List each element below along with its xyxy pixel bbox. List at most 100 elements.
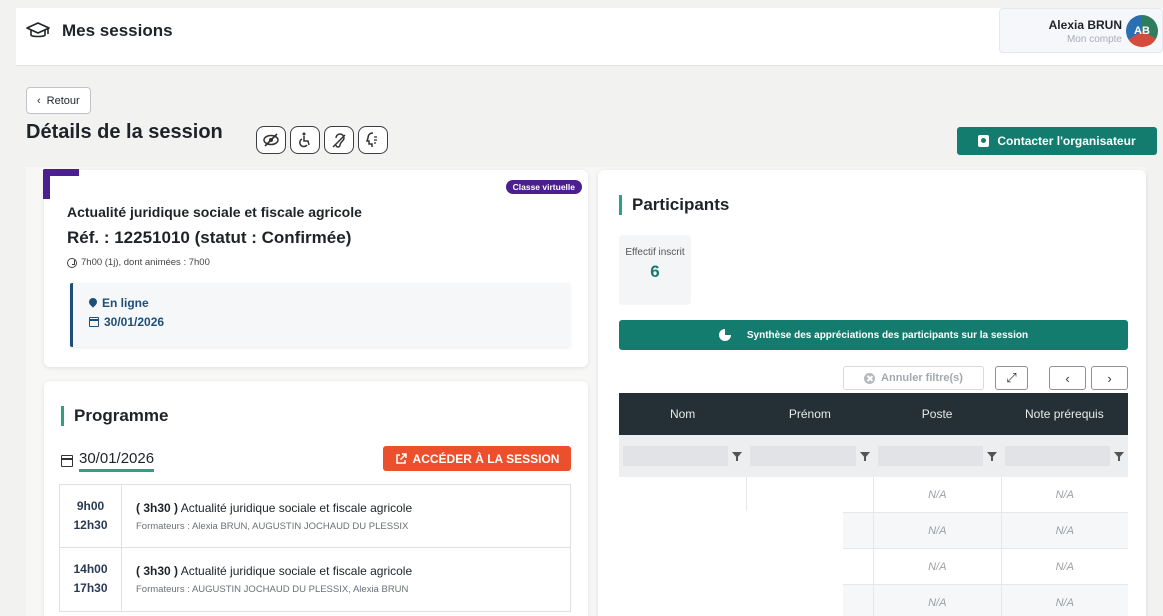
filter-row bbox=[619, 435, 1128, 477]
back-button[interactable]: ‹ Retour bbox=[26, 87, 91, 114]
back-label: Retour bbox=[46, 94, 80, 107]
effectif-label: Effectif inscrit bbox=[625, 247, 685, 258]
external-link-icon bbox=[395, 452, 407, 464]
synthese-button[interactable]: Synthèse des appréciations des participa… bbox=[619, 320, 1128, 350]
contact-organizer-button[interactable]: Contacter l'organisateur bbox=[957, 127, 1157, 155]
slot-title: ( 3h30 ) Actualité juridique sociale et … bbox=[136, 564, 412, 578]
clear-icon bbox=[864, 372, 876, 384]
filter-icon[interactable] bbox=[1114, 451, 1124, 461]
location-text: En ligne bbox=[102, 296, 149, 310]
cell-poste: N/A bbox=[874, 513, 1002, 548]
avatar-initials: AB bbox=[1134, 25, 1150, 37]
filter-input-prenom[interactable] bbox=[750, 446, 856, 466]
cell-note: N/A bbox=[1055, 488, 1074, 501]
cell-poste: N/A bbox=[874, 549, 1002, 584]
synthese-label: Synthèse des appréciations des participa… bbox=[746, 329, 1029, 341]
calendar-icon bbox=[89, 317, 99, 327]
slot-title-text: Actualité juridique sociale et fiscale a… bbox=[180, 501, 413, 515]
accessibility-icons bbox=[256, 126, 388, 154]
programme-slot: 14h00 17h30 ( 3h30 ) Actualité juridique… bbox=[60, 548, 570, 611]
programme-card: Programme 30/01/2026 ACCÉDER À LA SESSIO… bbox=[44, 381, 588, 616]
expand-button[interactable]: ⤢ bbox=[995, 366, 1028, 390]
expand-icon: ⤢ bbox=[1006, 370, 1017, 385]
effectif-value: 6 bbox=[650, 262, 660, 281]
user-name: Alexia BRUN bbox=[1048, 18, 1122, 32]
slot-duration: ( 3h30 ) bbox=[136, 564, 179, 578]
effectif-tile: Effectif inscrit 6 bbox=[619, 235, 691, 305]
hearing-impairment-icon[interactable] bbox=[324, 126, 354, 154]
app-title: Mes sessions bbox=[62, 21, 173, 40]
slot-times: 9h00 12h30 bbox=[60, 485, 122, 547]
programme-slots: 9h00 12h30 ( 3h30 ) Actualité juridique … bbox=[59, 484, 571, 612]
visual-impairment-icon[interactable] bbox=[256, 126, 286, 154]
slot-title-text: Actualité juridique sociale et fiscale a… bbox=[180, 564, 413, 578]
participants-title: Participants bbox=[619, 195, 729, 215]
cell-nom bbox=[619, 477, 747, 512]
cognitive-disability-icon[interactable] bbox=[358, 126, 388, 154]
page-title: Détails de la session bbox=[26, 121, 223, 143]
table-row[interactable]: N/A N/A bbox=[619, 477, 1128, 513]
slot-start: 9h00 bbox=[76, 499, 105, 513]
redacted-area bbox=[599, 511, 843, 616]
session-reference: Réf. : 12251010 (statut : Confirmée) bbox=[67, 228, 352, 247]
clear-filters-label: Annuler filtre(s) bbox=[881, 372, 963, 384]
chevron-right-icon: › bbox=[1107, 370, 1112, 386]
contact-card-icon bbox=[978, 135, 990, 147]
access-session-button[interactable]: ACCÉDER À LA SESSION bbox=[383, 446, 571, 471]
clear-filters-button[interactable]: Annuler filtre(s) bbox=[843, 366, 984, 390]
date-line: 30/01/2026 bbox=[89, 315, 164, 329]
slot-trainers: Formateurs : Alexia BRUN, AUGUSTIN JOCHA… bbox=[136, 521, 409, 532]
filter-icon[interactable] bbox=[859, 451, 870, 461]
filter-input-poste[interactable] bbox=[877, 446, 983, 466]
programme-slot: 9h00 12h30 ( 3h30 ) Actualité juridique … bbox=[60, 485, 570, 548]
duration-text: 7h00 (1j), dont animées : 7h00 bbox=[81, 257, 210, 268]
column-header-prenom[interactable]: Prénom bbox=[746, 393, 873, 435]
cell-note: N/A bbox=[1055, 596, 1074, 609]
session-name: Actualité juridique sociale et fiscale a… bbox=[67, 204, 362, 220]
clock-icon bbox=[67, 257, 77, 268]
chevron-left-icon: ‹ bbox=[1065, 370, 1070, 386]
session-type-badge: Classe virtuelle bbox=[505, 180, 582, 194]
access-session-label: ACCÉDER À LA SESSION bbox=[412, 451, 560, 466]
filter-icon[interactable] bbox=[732, 451, 743, 461]
slot-trainers: Formateurs : AUGUSTIN JOCHAUD DU PLESSIX… bbox=[136, 584, 409, 595]
session-duration: 7h00 (1j), dont animées : 7h00 bbox=[67, 257, 210, 268]
programme-title: Programme bbox=[61, 406, 168, 426]
filter-input-nom[interactable] bbox=[623, 446, 729, 466]
previous-button[interactable]: ‹ bbox=[1049, 366, 1086, 390]
cell-poste: N/A bbox=[874, 477, 1002, 512]
column-header-poste[interactable]: Poste bbox=[874, 393, 1001, 435]
filter-cell bbox=[1001, 435, 1128, 477]
programme-date-text: 30/01/2026 bbox=[79, 450, 155, 472]
card-corner-accent bbox=[43, 169, 79, 199]
graduation-cap-icon bbox=[26, 22, 50, 38]
filter-cell bbox=[874, 435, 1001, 477]
slot-times: 14h00 17h30 bbox=[60, 548, 122, 611]
cell-note: N/A bbox=[1055, 524, 1074, 537]
account-menu[interactable]: Alexia BRUN Mon compte AB bbox=[999, 8, 1163, 53]
location-line: En ligne bbox=[89, 296, 149, 310]
chevron-left-icon: ‹ bbox=[37, 94, 41, 107]
map-pin-icon bbox=[89, 298, 97, 309]
cell-prenom bbox=[747, 477, 874, 512]
location-box: En ligne 30/01/2026 bbox=[70, 283, 570, 347]
column-header-nom[interactable]: Nom bbox=[619, 393, 746, 435]
wheelchair-icon[interactable] bbox=[290, 126, 320, 154]
filter-input-note[interactable] bbox=[1004, 446, 1110, 466]
account-link[interactable]: Mon compte bbox=[1067, 34, 1122, 45]
slot-duration: ( 3h30 ) bbox=[136, 501, 179, 515]
cell-note: N/A bbox=[1055, 560, 1074, 573]
next-button[interactable]: › bbox=[1091, 366, 1128, 390]
top-bar: Mes sessions Alexia BRUN Mon compte AB bbox=[16, 8, 1163, 66]
slot-end: 17h30 bbox=[73, 581, 108, 595]
brand[interactable]: Mes sessions bbox=[26, 21, 173, 41]
programme-date[interactable]: 30/01/2026 bbox=[61, 450, 155, 472]
slot-title: ( 3h30 ) Actualité juridique sociale et … bbox=[136, 501, 412, 515]
session-card: Classe virtuelle Actualité juridique soc… bbox=[43, 169, 588, 367]
filter-cell bbox=[746, 435, 873, 477]
avatar[interactable]: AB bbox=[1126, 15, 1158, 47]
column-header-note-prerequis[interactable]: Note prérequis bbox=[1001, 393, 1128, 435]
slot-end: 12h30 bbox=[73, 518, 108, 532]
slot-start: 14h00 bbox=[73, 562, 108, 576]
filter-icon[interactable] bbox=[986, 451, 997, 461]
